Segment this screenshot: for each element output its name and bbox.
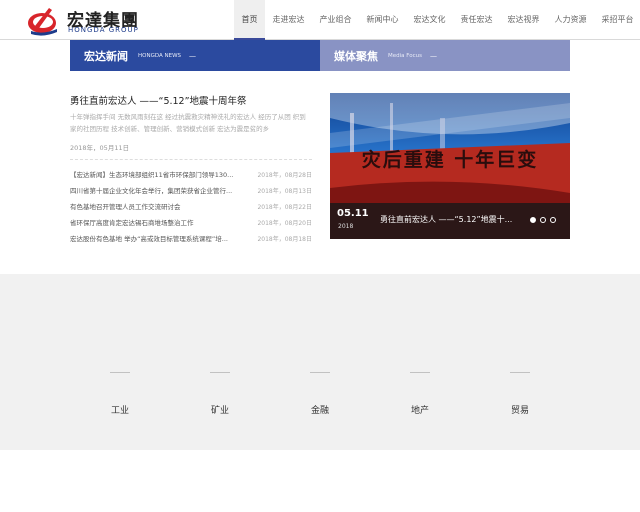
nav-item-about[interactable]: 走进宏达 [265, 0, 312, 40]
list-item-date: 2018年，08月22日 [257, 203, 312, 211]
list-item-title[interactable]: 四川省第十届企业文化年会举行，集团荣获省企业管行... [70, 185, 250, 195]
list-item-date: 2018年，08月20日 [257, 219, 312, 227]
list-item[interactable]: 宏达股份有色基地 举办“高或效目标管理系统课程”培... 2018年，08月18… [70, 230, 312, 246]
industry-item-industry[interactable]: 工业 [90, 372, 150, 416]
nav-item-hr[interactable]: 人力资源 [547, 0, 594, 40]
tab-news-subtitle: HONGDA NEWS [138, 52, 182, 59]
featured-news-headline[interactable]: 勇往直前宏达人 ——“5.12”地震十周年祭 [70, 93, 312, 109]
tab-media-focus[interactable]: 媒体聚焦 Media Focus — [320, 40, 570, 71]
industry-divider [310, 372, 330, 373]
slider-dots [530, 217, 556, 223]
slider-dot-2[interactable] [540, 217, 546, 223]
industry-item-real-estate[interactable]: 地产 [390, 372, 450, 416]
nav-item-industries[interactable]: 产业组合 [312, 0, 359, 40]
news-column: 勇往直前宏达人 ——“5.12”地震十周年祭 十年弹指挥手间 无数风雨刻在这 经… [70, 93, 312, 246]
list-item[interactable]: 省环保厅高度肯定宏达锡石商堆场整治工作 2018年，08月20日 [70, 214, 312, 230]
feature-image-caption: 灾后重建 十年巨变 [361, 149, 539, 171]
industry-label: 矿业 [210, 406, 229, 416]
list-item-title[interactable]: 【宏达新闻】生态环境部组织11省市环保部门领导130... [70, 169, 250, 179]
slider-dot-1[interactable] [530, 217, 536, 223]
list-item[interactable]: 【宏达新闻】生态环境部组织11省市环保部门领导130... 2018年，08月2… [70, 166, 312, 182]
feature-info-bar: 05.11 2018 勇往直前宏达人 ——“5.12”地震十... [330, 203, 570, 239]
industry-divider [410, 372, 430, 373]
nav-item-responsibility[interactable]: 责任宏达 [453, 0, 500, 40]
section-tabs: 宏达新闻 HONGDA NEWS — 媒体聚焦 Media Focus — [70, 40, 570, 71]
nav-item-culture[interactable]: 宏达文化 [406, 0, 453, 40]
tab-hongda-news[interactable]: 宏达新闻 HONGDA NEWS — [70, 40, 320, 71]
news-list: 【宏达新闻】生态环境部组织11省市环保部门领导130... 2018年，08月2… [70, 166, 312, 246]
featured-news-date: 2018年，05月11日 [70, 144, 130, 152]
industry-label: 地产 [410, 406, 429, 416]
industry-divider [210, 372, 230, 373]
list-item-date: 2018年，08月13日 [257, 187, 312, 195]
slider-dot-3[interactable] [550, 217, 556, 223]
feature-date: 05.11 [337, 208, 369, 219]
news-divider [70, 159, 312, 160]
tab-media-dash: — [429, 51, 437, 60]
nav-item-procurement[interactable]: 采招平台 [594, 0, 640, 40]
nav-item-vision[interactable]: 宏达视界 [500, 0, 547, 40]
list-item-title[interactable]: 省环保厅高度肯定宏达锡石商堆场整治工作 [70, 217, 250, 227]
company-logo[interactable]: 宏達集團 HONGDA GROUP [27, 4, 142, 36]
list-item-title[interactable]: 有色基地召开管理人员工作交流研讨会 [70, 201, 250, 211]
tab-news-dash: — [189, 51, 197, 60]
industry-label: 工业 [110, 406, 129, 416]
industry-divider [510, 372, 530, 373]
list-item[interactable]: 四川省第十届企业文化年会举行，集团荣获省企业管行... 2018年，08月13日 [70, 182, 312, 198]
top-header: 宏達集團 HONGDA GROUP 首页 走进宏达 产业组合 新闻中心 宏达文化… [0, 0, 640, 40]
featured-news-summary: 十年弹指挥手间 无数风雨刻在这 经过抗震救灾精神洗礼的宏达人 经历了从团 织到家… [70, 113, 306, 133]
tab-news-title: 宏达新闻 [84, 49, 128, 63]
main-nav: 首页 走进宏达 产业组合 新闻中心 宏达文化 责任宏达 宏达视界 人力资源 采招… [234, 0, 640, 40]
industry-divider [110, 372, 130, 373]
media-feature-slider[interactable]: 灾后重建 十年巨变 05.11 2018 勇往直前宏达人 ——“5.12”地震十… [330, 93, 570, 239]
logo-mark-icon [28, 8, 57, 36]
list-item-date: 2018年，08月18日 [257, 235, 312, 243]
feature-year: 2018 [338, 223, 354, 230]
tab-media-title: 媒体聚焦 [334, 49, 378, 63]
industry-item-mining[interactable]: 矿业 [190, 372, 250, 416]
list-item-title[interactable]: 宏达股份有色基地 举办“高或效目标管理系统课程”培... [70, 233, 250, 243]
industry-item-finance[interactable]: 金融 [290, 372, 350, 416]
tab-media-subtitle: Media Focus [388, 52, 422, 59]
industry-item-trade[interactable]: 贸易 [490, 372, 550, 416]
nav-item-home[interactable]: 首页 [234, 0, 265, 40]
feature-title[interactable]: 勇往直前宏达人 ——“5.12”地震十... [380, 214, 525, 225]
industry-label: 金融 [310, 406, 329, 416]
nav-item-news-center[interactable]: 新闻中心 [359, 0, 406, 40]
list-item-date: 2018年，08月28日 [257, 171, 312, 179]
industry-label: 贸易 [510, 406, 529, 416]
list-item[interactable]: 有色基地召开管理人员工作交流研讨会 2018年，08月22日 [70, 198, 312, 214]
logo-english-text: HONGDA GROUP [68, 26, 139, 34]
industry-section: 工业 矿业 金融 地产 贸易 [0, 274, 640, 450]
